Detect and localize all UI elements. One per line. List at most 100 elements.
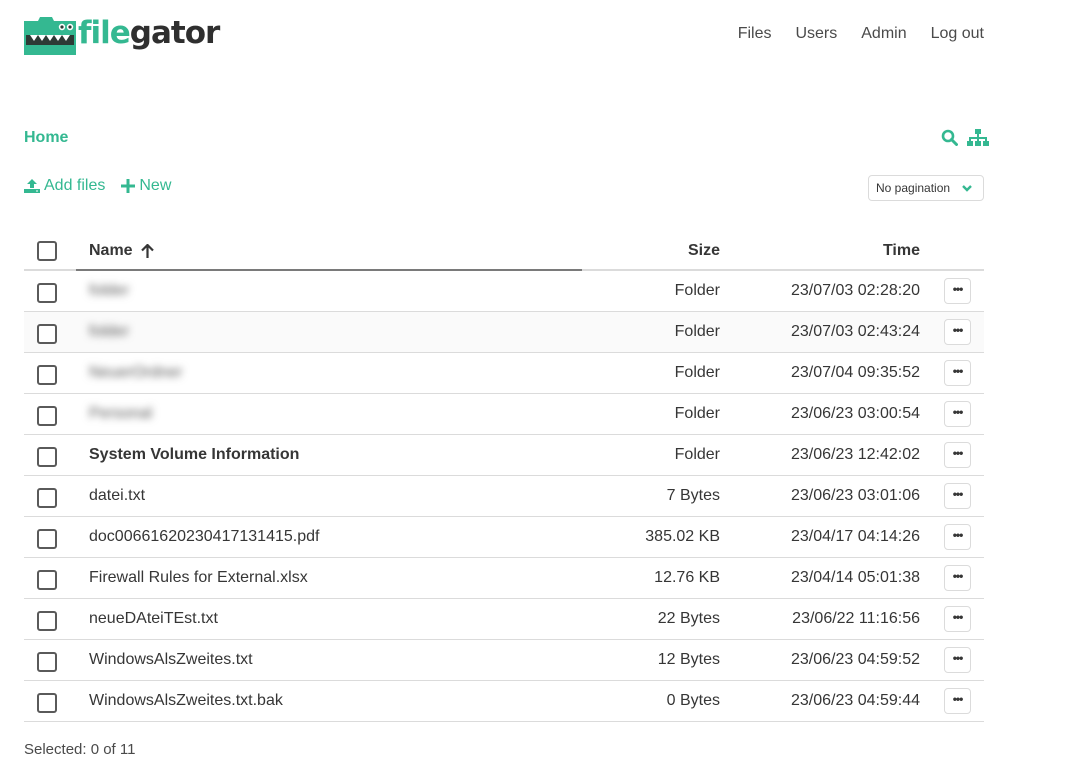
new-label: New [139,177,172,194]
name-column-header[interactable]: Name [89,242,154,260]
row-actions-button[interactable]: ••• [944,688,971,714]
table-body: folder Folder 23/07/03 02:28:20 ••• folder Fo… [24,271,984,722]
file-name[interactable]: neueDAteiTEst.txt [89,610,218,628]
row-checkbox[interactable] [37,406,57,426]
file-time: 23/06/22 11:16:56 [792,610,920,627]
search-icon[interactable] [941,129,958,151]
row-actions-button[interactable]: ••• [944,360,971,386]
file-time: 23/07/03 02:43:24 [790,323,920,340]
add-files-button[interactable]: Add files [24,177,105,195]
logo-wordmark: filegator [78,15,221,51]
ellipsis-icon: ••• [952,692,964,706]
row-actions-button[interactable]: ••• [944,442,971,468]
row-checkbox[interactable] [37,324,57,344]
ellipsis-icon: ••• [952,282,964,296]
file-table: Name Size Time folder Folder 23/07/03 02:2… [24,230,984,722]
size-column-header[interactable]: Size [688,242,720,260]
row-checkbox[interactable] [37,570,57,590]
table-row[interactable]: NeuerOrdner Folder 23/07/04 09:35:52 ••• [24,353,984,394]
row-checkbox[interactable] [37,611,57,631]
ellipsis-icon: ••• [952,446,964,460]
row-actions-button[interactable]: ••• [944,565,971,591]
file-name[interactable]: datei.txt [89,487,145,505]
file-name[interactable]: NeuerOrdner [89,364,182,382]
add-files-label: Add files [44,177,106,194]
ellipsis-icon: ••• [952,610,964,624]
file-size: 0 Bytes [666,692,720,709]
file-size: Folder [674,364,720,381]
row-actions-button[interactable]: ••• [944,524,971,550]
table-row[interactable]: doc00661620230417131415.pdf 385.02 KB 23/0… [24,517,984,558]
breadcrumb-home[interactable]: Home [24,129,68,147]
row-actions-button[interactable]: ••• [944,647,971,673]
row-actions-button[interactable]: ••• [944,278,971,304]
row-checkbox[interactable] [37,652,57,672]
pagination-select[interactable]: No pagination [868,175,984,201]
chevron-down-icon [962,185,972,192]
top-icons [941,129,989,151]
row-checkbox[interactable] [37,488,57,508]
row-checkbox[interactable] [37,283,57,303]
table-row[interactable]: WindowsAlsZweites.txt 12 Bytes 23/06/23 04… [24,640,984,681]
nav-logout[interactable]: Log out [931,25,984,43]
logo-wordmark-gator: gator [129,15,221,51]
file-name[interactable]: folder [89,323,129,341]
sitemap-icon[interactable] [967,129,989,151]
row-checkbox[interactable] [37,529,57,549]
file-size: Folder [674,323,720,340]
file-size: 385.02 KB [645,528,720,545]
file-size: 12.76 KB [654,569,720,586]
file-time: 23/06/23 12:42:02 [790,446,920,463]
file-size: Folder [674,282,720,299]
ellipsis-icon: ••• [952,323,964,337]
row-actions-button[interactable]: ••• [944,606,971,632]
table-row[interactable]: System Volume Information Folder 23/06/23 … [24,435,984,476]
file-time: 23/06/23 03:01:06 [790,487,920,504]
table-row[interactable]: Firewall Rules for External.xlsx 12.76 KB… [24,558,984,599]
row-actions-button[interactable]: ••• [944,319,971,345]
nav-admin[interactable]: Admin [861,25,906,43]
table-row[interactable]: datei.txt 7 Bytes 23/06/23 03:01:06 ••• [24,476,984,517]
file-size: 7 Bytes [666,487,720,504]
file-time: 23/07/04 09:35:52 [790,364,920,381]
top-nav: Files Users Admin Log out [714,25,984,43]
selection-status: Selected: 0 of 11 [24,741,136,758]
file-name[interactable]: folder [89,282,129,300]
table-row[interactable]: folder Folder 23/07/03 02:28:20 ••• [24,271,984,312]
file-size: Folder [674,446,720,463]
file-name[interactable]: System Volume Information [89,446,299,464]
arrow-up-icon [140,243,154,258]
row-actions-button[interactable]: ••• [944,401,971,427]
logo-wordmark-file: file [78,15,131,51]
ellipsis-icon: ••• [952,405,964,419]
new-button[interactable]: New [121,177,171,195]
row-checkbox[interactable] [37,365,57,385]
table-row[interactable]: folder Folder 23/07/03 02:43:24 ••• [24,312,984,353]
file-size: 12 Bytes [657,651,720,668]
file-name[interactable]: WindowsAlsZweites.txt [89,651,253,669]
plus-icon [121,179,136,193]
time-column-header[interactable]: Time [883,242,920,260]
file-time: 23/04/17 04:14:26 [790,528,920,545]
ellipsis-icon: ••• [952,528,964,542]
row-actions-button[interactable]: ••• [944,483,971,509]
table-row[interactable]: WindowsAlsZweites.txt.bak 0 Bytes 23/06/23… [24,681,984,722]
nav-users[interactable]: Users [795,25,837,43]
select-all-checkbox[interactable] [37,241,57,261]
file-time: 23/04/14 05:01:38 [790,569,920,586]
file-name[interactable]: Firewall Rules for External.xlsx [89,569,308,587]
table-row[interactable]: Personal Folder 23/06/23 03:00:54 ••• [24,394,984,435]
nav-files[interactable]: Files [738,25,772,43]
row-checkbox[interactable] [37,447,57,467]
ellipsis-icon: ••• [952,487,964,501]
pagination-value: No pagination [876,181,951,195]
filegator-logo[interactable]: filegator [24,14,224,56]
file-name[interactable]: WindowsAlsZweites.txt.bak [89,692,283,710]
file-time: 23/06/23 03:00:54 [790,405,920,422]
row-checkbox[interactable] [37,693,57,713]
name-header-label: Name [89,242,133,259]
file-name[interactable]: doc00661620230417131415.pdf [89,528,319,546]
table-row[interactable]: neueDAteiTEst.txt 22 Bytes 23/06/22 11:16:… [24,599,984,640]
file-name[interactable]: Personal [89,405,152,423]
file-time: 23/06/23 04:59:52 [790,651,920,668]
